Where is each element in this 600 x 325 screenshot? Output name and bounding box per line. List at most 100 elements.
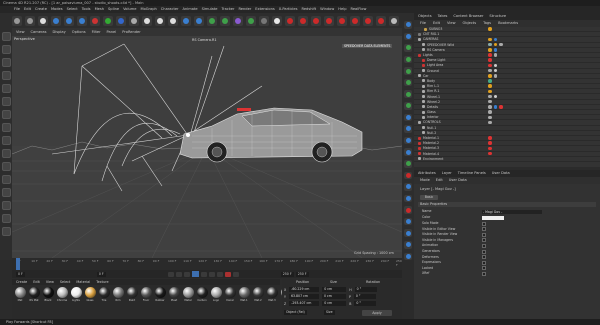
menu-mesh[interactable]: Mesh (95, 6, 104, 13)
light-icon[interactable] (272, 15, 282, 26)
paint-icon[interactable] (1, 188, 11, 197)
tool-icon-21[interactable] (404, 252, 412, 261)
checkbox[interactable] (482, 221, 486, 226)
position-field[interactable]: -60.229 cm (289, 287, 320, 292)
tweak-mode-icon[interactable] (1, 123, 11, 132)
record-icon[interactable] (224, 271, 231, 277)
tag-icon[interactable] (488, 37, 492, 42)
menu-file[interactable]: File (14, 6, 20, 13)
material-item[interactable]: Decal (224, 287, 236, 302)
material-item[interactable]: Mat.1 (238, 287, 250, 302)
sculpt-icon[interactable] (1, 201, 11, 210)
menu-help[interactable]: Help (338, 6, 346, 13)
tool-icon-1[interactable] (404, 21, 412, 29)
tool-icon-5[interactable] (404, 67, 412, 75)
menu-animate[interactable]: Animate (183, 6, 198, 13)
redshift-icon-4[interactable] (324, 15, 334, 26)
checkbox[interactable] (482, 266, 486, 271)
tab-takes[interactable]: Takes (438, 13, 448, 20)
uv-icon[interactable] (1, 214, 11, 223)
locked-workplane-icon[interactable] (1, 162, 11, 171)
tag-icon[interactable] (488, 99, 492, 104)
subdivision-icon[interactable] (207, 15, 217, 26)
redshift-icon-8[interactable] (376, 15, 386, 26)
redshift-icon-2[interactable] (298, 15, 308, 26)
menu-create[interactable]: Create (35, 6, 47, 13)
workplane-icon[interactable] (1, 149, 11, 158)
tool-icon-8[interactable] (404, 102, 412, 110)
material-item[interactable]: Glass (84, 287, 96, 302)
scale-icon[interactable] (64, 15, 74, 26)
coordinate-mode-dropdown[interactable]: Object (Rel) (284, 310, 307, 315)
position-field[interactable]: -293.407 cm (289, 301, 320, 306)
menu-render[interactable]: Render (238, 6, 251, 13)
tool-icon-4[interactable] (404, 55, 412, 64)
tag-icon[interactable] (488, 105, 492, 109)
previous-frame-icon[interactable] (183, 271, 190, 277)
texture-mode-icon[interactable] (1, 58, 11, 67)
tab-timeline-panels[interactable]: Timeline Panels (458, 170, 486, 177)
tag-icon[interactable] (493, 53, 497, 57)
tab-structure[interactable]: Structure (489, 13, 506, 20)
cloner-icon[interactable] (220, 15, 230, 26)
material-item[interactable]: Mat.2 (252, 287, 264, 302)
tag-icon[interactable] (488, 84, 492, 88)
checkbox[interactable] (482, 249, 486, 254)
material-menu-edit[interactable]: Edit (33, 279, 40, 285)
deformer-icon[interactable] (233, 15, 243, 26)
tool-icon-17[interactable] (404, 206, 412, 214)
redshift-icon-1[interactable] (285, 15, 295, 26)
material-item[interactable]: Floor (140, 287, 152, 302)
tag-icon[interactable] (493, 42, 497, 47)
tag-icon[interactable] (493, 105, 497, 109)
attribute-menu-mode[interactable]: Mode (420, 177, 430, 184)
material-item[interactable]: Mat (14, 287, 26, 302)
tag-icon[interactable] (488, 58, 492, 62)
tag-icon[interactable] (499, 105, 503, 109)
size-field[interactable]: 0 cm (322, 287, 347, 292)
tag-icon[interactable] (488, 146, 492, 151)
menu-volume[interactable]: Volume (123, 6, 136, 13)
material-menu-texture[interactable]: Texture (96, 279, 108, 285)
object-menu-objects[interactable]: Objects (463, 20, 477, 27)
menu-spline[interactable]: Spline (108, 6, 119, 13)
material-menu-view[interactable]: View (46, 279, 54, 285)
menu-window[interactable]: Window (320, 6, 334, 13)
polygons-mode-icon[interactable] (1, 97, 11, 106)
tool-icon-14[interactable] (404, 171, 412, 180)
checkbox[interactable] (482, 238, 486, 243)
tool-icon-7[interactable] (404, 90, 412, 99)
redshift-icon-7[interactable] (363, 15, 373, 26)
checkbox[interactable] (482, 255, 486, 260)
section-basic-properties[interactable]: Basic Properties (418, 202, 596, 207)
axis-z-icon[interactable] (116, 15, 126, 26)
object-menu-tags[interactable]: Tags (483, 20, 491, 27)
material-item[interactable]: Black (42, 287, 54, 302)
tag-icon[interactable] (493, 68, 497, 73)
tool-icon-16[interactable] (404, 194, 412, 203)
preview-end-field[interactable]: 250 F (295, 271, 309, 277)
material-item[interactable]: Metal (182, 287, 194, 302)
tab-content-browser[interactable]: Content Browser (453, 13, 483, 20)
attribute-menu-user-data[interactable]: User Data (449, 177, 467, 184)
tool-icon-19[interactable] (404, 229, 412, 237)
tool-icon-6[interactable] (404, 78, 412, 87)
material-item[interactable]: RS Mat (28, 287, 40, 302)
redshift-icon-3[interactable] (311, 15, 321, 26)
rotation-field[interactable]: 0 ° (354, 287, 377, 292)
menu-realflow[interactable]: RealFlow (350, 6, 366, 13)
material-item[interactable]: Carbon (196, 287, 208, 302)
position-field[interactable]: 63.807 cm (288, 294, 319, 299)
menu-modes[interactable]: Modes (51, 6, 63, 13)
layer-icon[interactable] (1, 227, 11, 236)
menu-redshift[interactable]: Redshift (302, 6, 317, 13)
tag-icon[interactable] (488, 27, 492, 31)
3d-viewport[interactable]: Perspective RS Camera.R1 SPEEDOVER DATA … (12, 36, 402, 258)
edges-mode-icon[interactable] (1, 84, 11, 93)
tag-icon[interactable] (488, 74, 492, 78)
name-field[interactable]: - Magi Gov - (482, 209, 542, 214)
previous-key-icon[interactable] (175, 271, 182, 277)
current-frame-field[interactable]: 0 F (96, 271, 106, 277)
menu-extensions[interactable]: Extensions (255, 6, 275, 13)
tag-icon[interactable] (488, 136, 492, 140)
